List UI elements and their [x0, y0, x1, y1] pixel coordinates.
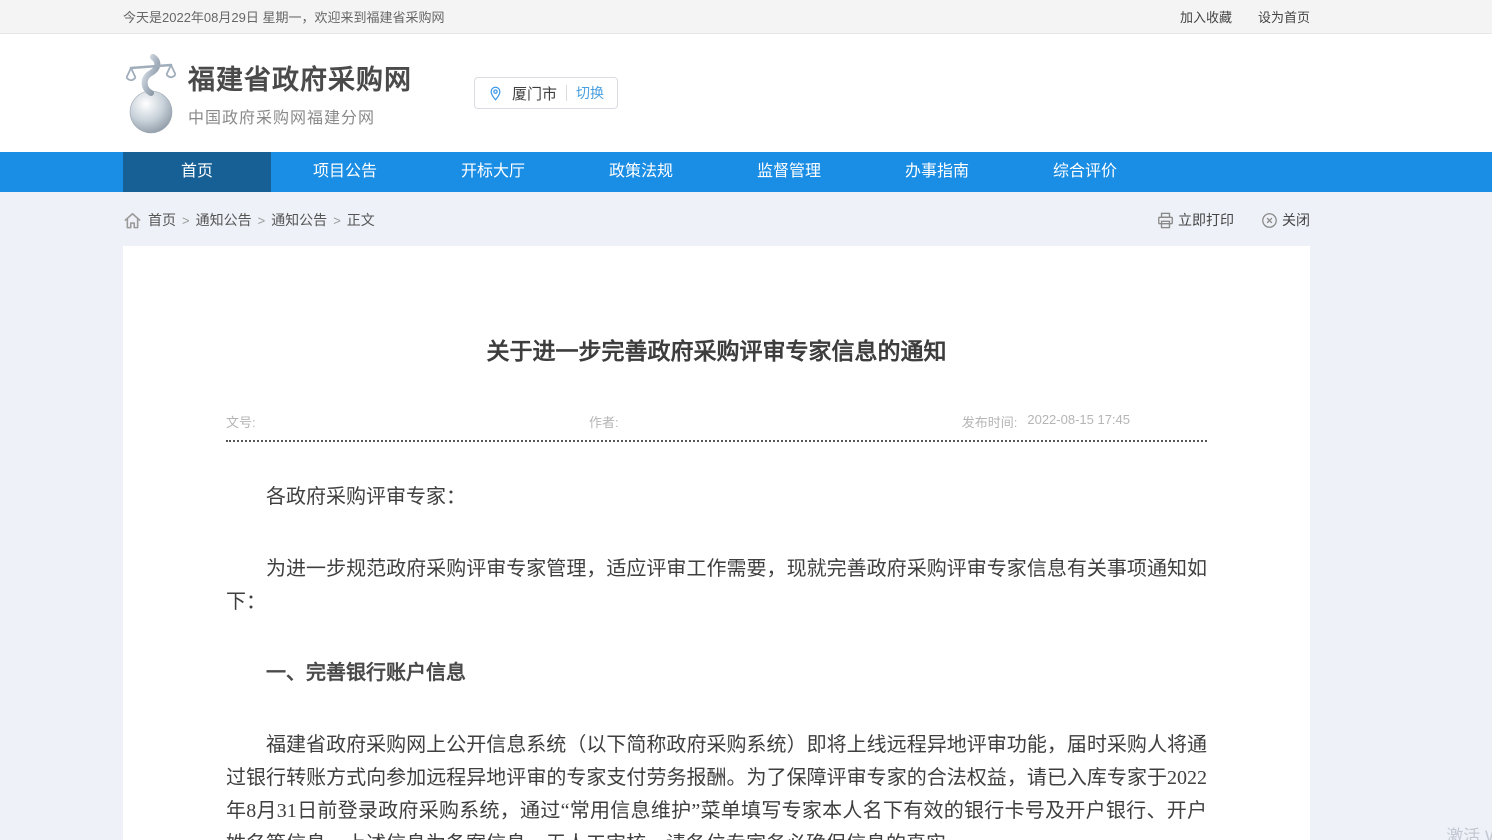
- section-1-body: 福建省政府采购网上公开信息系统（以下简称政府采购系统）即将上线远程异地评审功能，…: [226, 729, 1207, 840]
- home-icon: [123, 211, 142, 230]
- breadcrumb-notices-2[interactable]: 通知公告: [271, 210, 327, 230]
- breadcrumb-separator: >: [182, 213, 190, 228]
- article-card: 关于进一步完善政府采购评审专家信息的通知 文号: 作者: 发布时间: 2022-…: [123, 246, 1310, 840]
- location-selector[interactable]: 厦门市 切换: [474, 77, 618, 109]
- breadcrumb-separator: >: [333, 213, 341, 228]
- site-logo-icon: [123, 51, 179, 135]
- nav-item-bid-opening-hall[interactable]: 开标大厅: [419, 152, 567, 192]
- nav-item-supervision[interactable]: 监督管理: [715, 152, 863, 192]
- welcome-text: 今天是2022年08月29日 星期一，欢迎来到福建省采购网: [123, 7, 444, 26]
- meta-doc-number-label: 文号:: [226, 412, 589, 431]
- paragraph-salutation: 各政府采购评审专家：: [226, 481, 1207, 514]
- meta-author-label: 作者:: [589, 412, 962, 431]
- breadcrumb: 首页 > 通知公告 > 通知公告 > 正文: [123, 210, 375, 230]
- meta-publish-value: 2022-08-15 17:45: [1027, 412, 1130, 431]
- site-title-block: 福建省政府采购网 中国政府采购网福建分网: [188, 58, 412, 128]
- meta-publish-label: 发布时间:: [962, 412, 1018, 431]
- breadcrumb-notices-1[interactable]: 通知公告: [196, 210, 252, 230]
- activate-windows-watermark: 激活 Windows: [1446, 822, 1492, 840]
- print-button[interactable]: 立即打印: [1156, 210, 1234, 230]
- close-button[interactable]: 关闭: [1260, 210, 1310, 230]
- breadcrumb-home[interactable]: 首页: [148, 210, 176, 230]
- location-switch-link[interactable]: 切换: [576, 83, 604, 103]
- topbar: 今天是2022年08月29日 星期一，欢迎来到福建省采购网 加入收藏 设为首页: [0, 0, 1492, 34]
- site-title: 福建省政府采购网: [188, 58, 412, 97]
- nav-item-project-announcements[interactable]: 项目公告: [271, 152, 419, 192]
- nav-item-service-guide[interactable]: 办事指南: [863, 152, 1011, 192]
- page-actions: 立即打印 关闭: [1156, 210, 1310, 230]
- nav-item-home[interactable]: 首页: [123, 152, 271, 192]
- site-header: 福建省政府采购网 中国政府采购网福建分网 厦门市 切换: [0, 34, 1492, 152]
- article-body: 各政府采购评审专家： 为进一步规范政府采购评审专家管理，适应评审工作需要，现就完…: [226, 481, 1207, 840]
- nav-item-policies[interactable]: 政策法规: [567, 152, 715, 192]
- breadcrumb-row: 首页 > 通知公告 > 通知公告 > 正文 立即打印 关闭: [123, 206, 1310, 234]
- printer-icon: [1156, 211, 1175, 230]
- close-icon: [1260, 211, 1279, 230]
- article-meta: 文号: 作者: 发布时间: 2022-08-15 17:45: [226, 412, 1207, 442]
- location-divider: [566, 85, 567, 101]
- add-favorite-link[interactable]: 加入收藏: [1180, 7, 1232, 26]
- article-title: 关于进一步完善政府采购评审专家信息的通知: [226, 332, 1207, 366]
- site-subtitle: 中国政府采购网福建分网: [188, 104, 412, 128]
- breadcrumb-current: 正文: [347, 210, 375, 230]
- paragraph-intro: 为进一步规范政府采购评审专家管理，适应评审工作需要，现就完善政府采购评审专家信息…: [226, 553, 1207, 619]
- main-nav: 首页 项目公告 开标大厅 政策法规 监督管理 办事指南 综合评价: [0, 152, 1492, 192]
- topbar-links: 加入收藏 设为首页: [1180, 7, 1310, 26]
- location-city: 厦门市: [512, 83, 557, 104]
- close-button-label: 关闭: [1282, 210, 1310, 230]
- nav-item-comprehensive-evaluation[interactable]: 综合评价: [1011, 152, 1159, 192]
- meta-publish-time: 发布时间: 2022-08-15 17:45: [962, 412, 1130, 431]
- print-button-label: 立即打印: [1178, 210, 1234, 230]
- section-1-heading: 一、完善银行账户信息: [226, 657, 1207, 690]
- breadcrumb-separator: >: [258, 213, 266, 228]
- location-pin-icon: [488, 86, 503, 101]
- set-homepage-link[interactable]: 设为首页: [1258, 7, 1310, 26]
